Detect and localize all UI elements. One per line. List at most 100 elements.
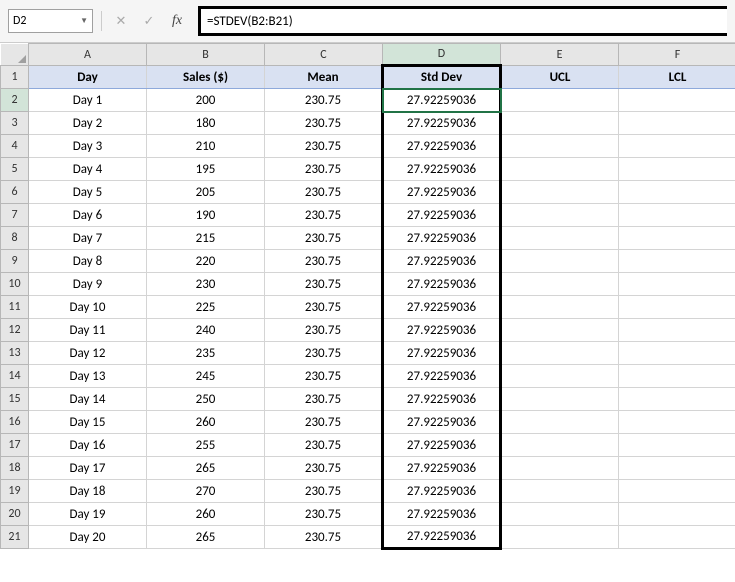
cell-day[interactable]: Day 3 [29, 135, 147, 158]
cell-ucl[interactable] [501, 526, 619, 549]
cell-ucl[interactable] [501, 158, 619, 181]
row-header-19[interactable]: 19 [1, 480, 29, 503]
cell-day[interactable]: Day 19 [29, 503, 147, 526]
cell-ucl[interactable] [501, 480, 619, 503]
col-header-B[interactable]: B [147, 44, 265, 66]
cell-ucl[interactable] [501, 342, 619, 365]
cell-sales[interactable]: 230 [147, 273, 265, 296]
cell-day[interactable]: Day 20 [29, 526, 147, 549]
cell-lcl[interactable] [619, 296, 735, 319]
cell-mean[interactable]: 230.75 [265, 227, 383, 250]
cell-mean[interactable]: 230.75 [265, 480, 383, 503]
cell-stddev[interactable]: 27.92259036 [383, 181, 501, 204]
cell-lcl[interactable] [619, 342, 735, 365]
cell-day[interactable]: Day 11 [29, 319, 147, 342]
data-header-A[interactable]: Day [29, 66, 147, 89]
row-header-3[interactable]: 3 [1, 112, 29, 135]
cell-stddev[interactable]: 27.92259036 [383, 296, 501, 319]
cell-sales[interactable]: 270 [147, 480, 265, 503]
cell-day[interactable]: Day 1 [29, 89, 147, 112]
cell-sales[interactable]: 255 [147, 434, 265, 457]
fx-icon[interactable]: fx [166, 10, 188, 32]
cell-lcl[interactable] [619, 411, 735, 434]
cell-stddev[interactable]: 27.92259036 [383, 457, 501, 480]
cell-ucl[interactable] [501, 250, 619, 273]
row-header-8[interactable]: 8 [1, 227, 29, 250]
cell-stddev[interactable]: 27.92259036 [383, 365, 501, 388]
cell-mean[interactable]: 230.75 [265, 434, 383, 457]
cell-mean[interactable]: 230.75 [265, 250, 383, 273]
data-header-C[interactable]: Mean [265, 66, 383, 89]
cell-sales[interactable]: 265 [147, 526, 265, 549]
cell-mean[interactable]: 230.75 [265, 158, 383, 181]
row-header-12[interactable]: 12 [1, 319, 29, 342]
formula-input[interactable] [207, 14, 721, 29]
col-header-F[interactable]: F [619, 44, 735, 66]
cell-lcl[interactable] [619, 273, 735, 296]
cell-sales[interactable]: 235 [147, 342, 265, 365]
cell-ucl[interactable] [501, 411, 619, 434]
cell-stddev[interactable]: 27.92259036 [383, 434, 501, 457]
cell-stddev[interactable]: 27.92259036 [383, 388, 501, 411]
cell-lcl[interactable] [619, 158, 735, 181]
cell-lcl[interactable] [619, 135, 735, 158]
cell-stddev[interactable]: 27.92259036 [383, 158, 501, 181]
cell-day[interactable]: Day 12 [29, 342, 147, 365]
cell-lcl[interactable] [619, 181, 735, 204]
cell-stddev[interactable]: 27.92259036 [383, 526, 501, 549]
col-header-A[interactable]: A [29, 44, 147, 66]
cell-lcl[interactable] [619, 526, 735, 549]
cell-ucl[interactable] [501, 434, 619, 457]
cell-sales[interactable]: 265 [147, 457, 265, 480]
col-header-E[interactable]: E [501, 44, 619, 66]
select-all-corner[interactable] [1, 44, 29, 66]
cell-lcl[interactable] [619, 480, 735, 503]
cell-day[interactable]: Day 7 [29, 227, 147, 250]
row-header-7[interactable]: 7 [1, 204, 29, 227]
cell-ucl[interactable] [501, 181, 619, 204]
cell-day[interactable]: Day 6 [29, 204, 147, 227]
cell-stddev[interactable]: 27.92259036 [383, 227, 501, 250]
cell-sales[interactable]: 190 [147, 204, 265, 227]
row-header-9[interactable]: 9 [1, 250, 29, 273]
cell-mean[interactable]: 230.75 [265, 89, 383, 112]
row-header-21[interactable]: 21 [1, 526, 29, 549]
row-header-20[interactable]: 20 [1, 503, 29, 526]
cell-mean[interactable]: 230.75 [265, 204, 383, 227]
cell-day[interactable]: Day 14 [29, 388, 147, 411]
cell-stddev[interactable]: 27.92259036 [383, 503, 501, 526]
cell-lcl[interactable] [619, 434, 735, 457]
cell-day[interactable]: Day 2 [29, 112, 147, 135]
cell-lcl[interactable] [619, 457, 735, 480]
row-header-5[interactable]: 5 [1, 158, 29, 181]
data-header-B[interactable]: Sales ($) [147, 66, 265, 89]
cell-ucl[interactable] [501, 319, 619, 342]
name-box[interactable]: D2 ▼ [8, 9, 93, 33]
cell-mean[interactable]: 230.75 [265, 503, 383, 526]
cell-day[interactable]: Day 18 [29, 480, 147, 503]
cell-sales[interactable]: 225 [147, 296, 265, 319]
cell-stddev[interactable]: 27.92259036 [383, 89, 501, 112]
cell-day[interactable]: Day 9 [29, 273, 147, 296]
cell-sales[interactable]: 260 [147, 411, 265, 434]
cell-day[interactable]: Day 4 [29, 158, 147, 181]
cell-ucl[interactable] [501, 204, 619, 227]
cell-mean[interactable]: 230.75 [265, 411, 383, 434]
cell-day[interactable]: Day 17 [29, 457, 147, 480]
cell-sales[interactable]: 215 [147, 227, 265, 250]
cell-stddev[interactable]: 27.92259036 [383, 135, 501, 158]
row-header-10[interactable]: 10 [1, 273, 29, 296]
row-header-15[interactable]: 15 [1, 388, 29, 411]
cell-mean[interactable]: 230.75 [265, 319, 383, 342]
cell-day[interactable]: Day 10 [29, 296, 147, 319]
cell-ucl[interactable] [501, 89, 619, 112]
col-header-D[interactable]: D [383, 44, 501, 66]
cell-mean[interactable]: 230.75 [265, 181, 383, 204]
cell-sales[interactable]: 205 [147, 181, 265, 204]
row-header-4[interactable]: 4 [1, 135, 29, 158]
cell-ucl[interactable] [501, 135, 619, 158]
cell-lcl[interactable] [619, 89, 735, 112]
cell-lcl[interactable] [619, 227, 735, 250]
enter-icon[interactable]: ✓ [138, 10, 160, 32]
cell-mean[interactable]: 230.75 [265, 112, 383, 135]
